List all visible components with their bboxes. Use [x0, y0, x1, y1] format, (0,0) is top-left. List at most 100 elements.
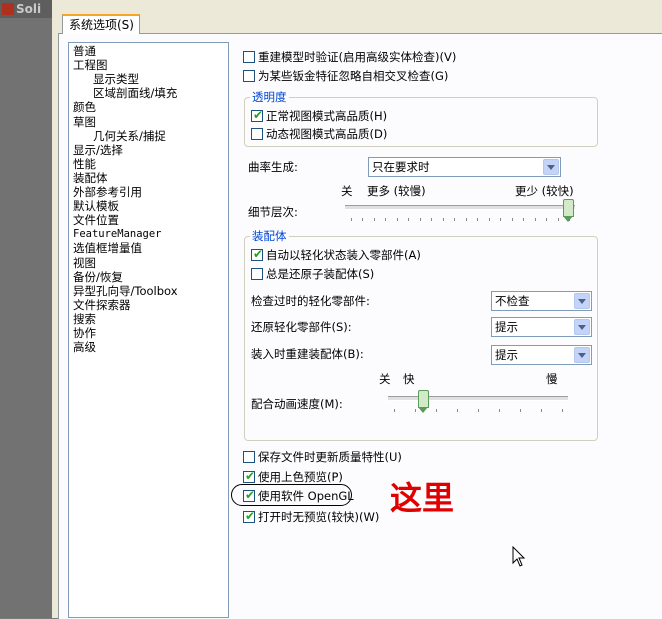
tree-item[interactable]: 显示/选择 [73, 143, 123, 157]
shaded-preview-label: 使用上色预览(P) [258, 470, 343, 484]
slider-track [345, 205, 575, 210]
normal-hq-checkbox[interactable]: ✔ [251, 108, 264, 122]
curvature-label: 曲率生成: [248, 160, 298, 174]
tree-item[interactable]: 协作 [73, 326, 96, 340]
app-logo: Soli [0, 0, 52, 18]
dropdown-arrow-icon[interactable] [543, 159, 559, 175]
slider-tick [512, 218, 513, 221]
mouse-cursor-icon [512, 546, 526, 567]
ignore-self-intersect-label: 为某些钣金特征忽略自相交叉检查(G) [258, 69, 449, 83]
animation-speed-slider[interactable] [388, 390, 568, 414]
slider-tick [397, 218, 398, 221]
tree-item[interactable]: 异型孔向导/Toolbox [73, 284, 178, 298]
slider-tick [443, 218, 444, 221]
tab-label: 系统选项(S) [69, 18, 134, 32]
tree-item[interactable]: 普通 [73, 44, 96, 58]
dropdown-arrow-icon[interactable] [574, 347, 590, 363]
slider-thumb-icon[interactable] [563, 199, 574, 222]
tree-item[interactable]: 文件位置 [73, 213, 119, 227]
tree-item[interactable]: 几何关系/捕捉 [93, 129, 166, 143]
auto-lightweight-checkbox[interactable]: ✔ [251, 247, 264, 261]
tree-item[interactable]: 工程图 [73, 58, 108, 72]
lod-more-label: 更多 (较慢) [367, 184, 426, 198]
slider-tick [420, 218, 421, 221]
slider-tick [374, 218, 375, 221]
slider-tick [478, 409, 479, 412]
slider-tick [558, 218, 559, 221]
checkbox-tick-icon: ✔ [245, 469, 256, 483]
dropdown-arrow-icon[interactable] [574, 319, 590, 335]
tree-item[interactable]: FeatureManager [73, 227, 162, 241]
transparency-group-title: 透明度 [250, 90, 289, 104]
tree-item[interactable]: 外部参考引用 [73, 185, 142, 199]
slider-tick [351, 218, 352, 221]
tree-item[interactable]: 默认模板 [73, 199, 119, 213]
ignore-self-intersect-checkbox[interactable] [243, 70, 255, 82]
shaded-preview-checkbox[interactable]: ✔ [243, 469, 256, 483]
slider-tick [431, 218, 432, 221]
tree-item[interactable]: 视图 [73, 256, 96, 270]
slider-tick [535, 218, 536, 221]
tree-item[interactable]: 文件探索器 [73, 298, 131, 312]
slider-tick [541, 409, 542, 412]
curvature-select[interactable]: 只在要求时 [368, 157, 561, 177]
options-tree[interactable]: 普通 工程图 显示类型 区域剖面线/填充 颜色 草图 几何关系/捕捉 显示/选择 性能 装配体 外部… [68, 42, 229, 618]
check-outdated-select[interactable]: 不检查 [491, 291, 592, 311]
checkbox-tick-icon: ✔ [253, 247, 264, 261]
no-preview-open-checkbox[interactable]: ✔ [243, 509, 256, 523]
lod-less-label: 更少 (较快) [515, 184, 574, 198]
checkbox-tick-icon: ✔ [245, 509, 256, 523]
dynamic-hq-label: 动态视图模式高品质(D) [266, 127, 388, 141]
tree-item[interactable]: 装配体 [73, 171, 108, 185]
anim-fast-label: 快 [403, 372, 415, 386]
verify-rebuild-label: 重建模型时验证(启用高级实体检查)(V) [258, 50, 457, 64]
tree-item[interactable]: 性能 [73, 156, 96, 171]
slider-tick [477, 218, 478, 221]
checkbox-tick-icon: ✔ [253, 108, 264, 122]
tree-item[interactable]: 区域剖面线/填充 [93, 86, 177, 100]
dynamic-hq-checkbox[interactable] [251, 128, 263, 140]
rebuild-on-load-label: 装入时重建装配体(B): [251, 347, 364, 361]
assemblies-group-title: 装配体 [250, 229, 289, 243]
save-mass-props-checkbox[interactable] [243, 451, 255, 463]
anim-off-label: 关 [379, 372, 391, 386]
curvature-value: 只在要求时 [372, 160, 430, 174]
slider-track [388, 396, 568, 401]
lod-off-label: 关 [341, 184, 353, 198]
slider-tick [454, 218, 455, 221]
verify-rebuild-checkbox[interactable] [243, 51, 255, 63]
tree-item[interactable]: 草图 [73, 115, 96, 129]
slider-tick [520, 409, 521, 412]
slider-tick [562, 409, 563, 412]
tree-item[interactable]: 高级 [73, 340, 96, 354]
tree-item[interactable]: 选值框增量值 [73, 241, 142, 255]
resolve-lightweight-label: 还原轻化零部件(S): [251, 320, 352, 334]
always-resolve-label: 总是还原子装配体(S) [266, 267, 375, 281]
lod-label: 细节层次: [248, 205, 298, 219]
lod-slider[interactable] [345, 199, 575, 223]
slider-tick [466, 218, 467, 221]
slider-tick [499, 409, 500, 412]
rebuild-on-load-value: 提示 [495, 348, 518, 362]
anim-slow-label: 慢 [546, 372, 558, 386]
tree-item[interactable]: 颜色 [73, 100, 96, 114]
check-outdated-value: 不检查 [495, 294, 530, 308]
auto-lightweight-label: 自动以轻化状态装入零部件(A) [266, 248, 421, 262]
save-mass-props-label: 保存文件时更新质量特性(U) [258, 450, 402, 464]
slider-tick [408, 218, 409, 221]
always-resolve-checkbox[interactable] [251, 268, 263, 280]
slider-tick [546, 218, 547, 221]
tree-item[interactable]: 显示类型 [93, 72, 139, 86]
tree-item[interactable]: 备份/恢复 [73, 270, 123, 284]
tree-item[interactable]: 搜索 [73, 312, 96, 326]
rebuild-on-load-select[interactable]: 提示 [491, 345, 592, 365]
tab-system-options[interactable]: 系统选项(S) [62, 14, 140, 34]
resolve-lightweight-value: 提示 [495, 320, 518, 334]
slider-tick [457, 409, 458, 412]
slider-thumb-icon[interactable] [418, 390, 429, 413]
slider-tick [385, 218, 386, 221]
slider-tick [394, 409, 395, 412]
resolve-lightweight-select[interactable]: 提示 [491, 317, 592, 337]
slider-tick [523, 218, 524, 221]
dropdown-arrow-icon[interactable] [574, 293, 590, 309]
